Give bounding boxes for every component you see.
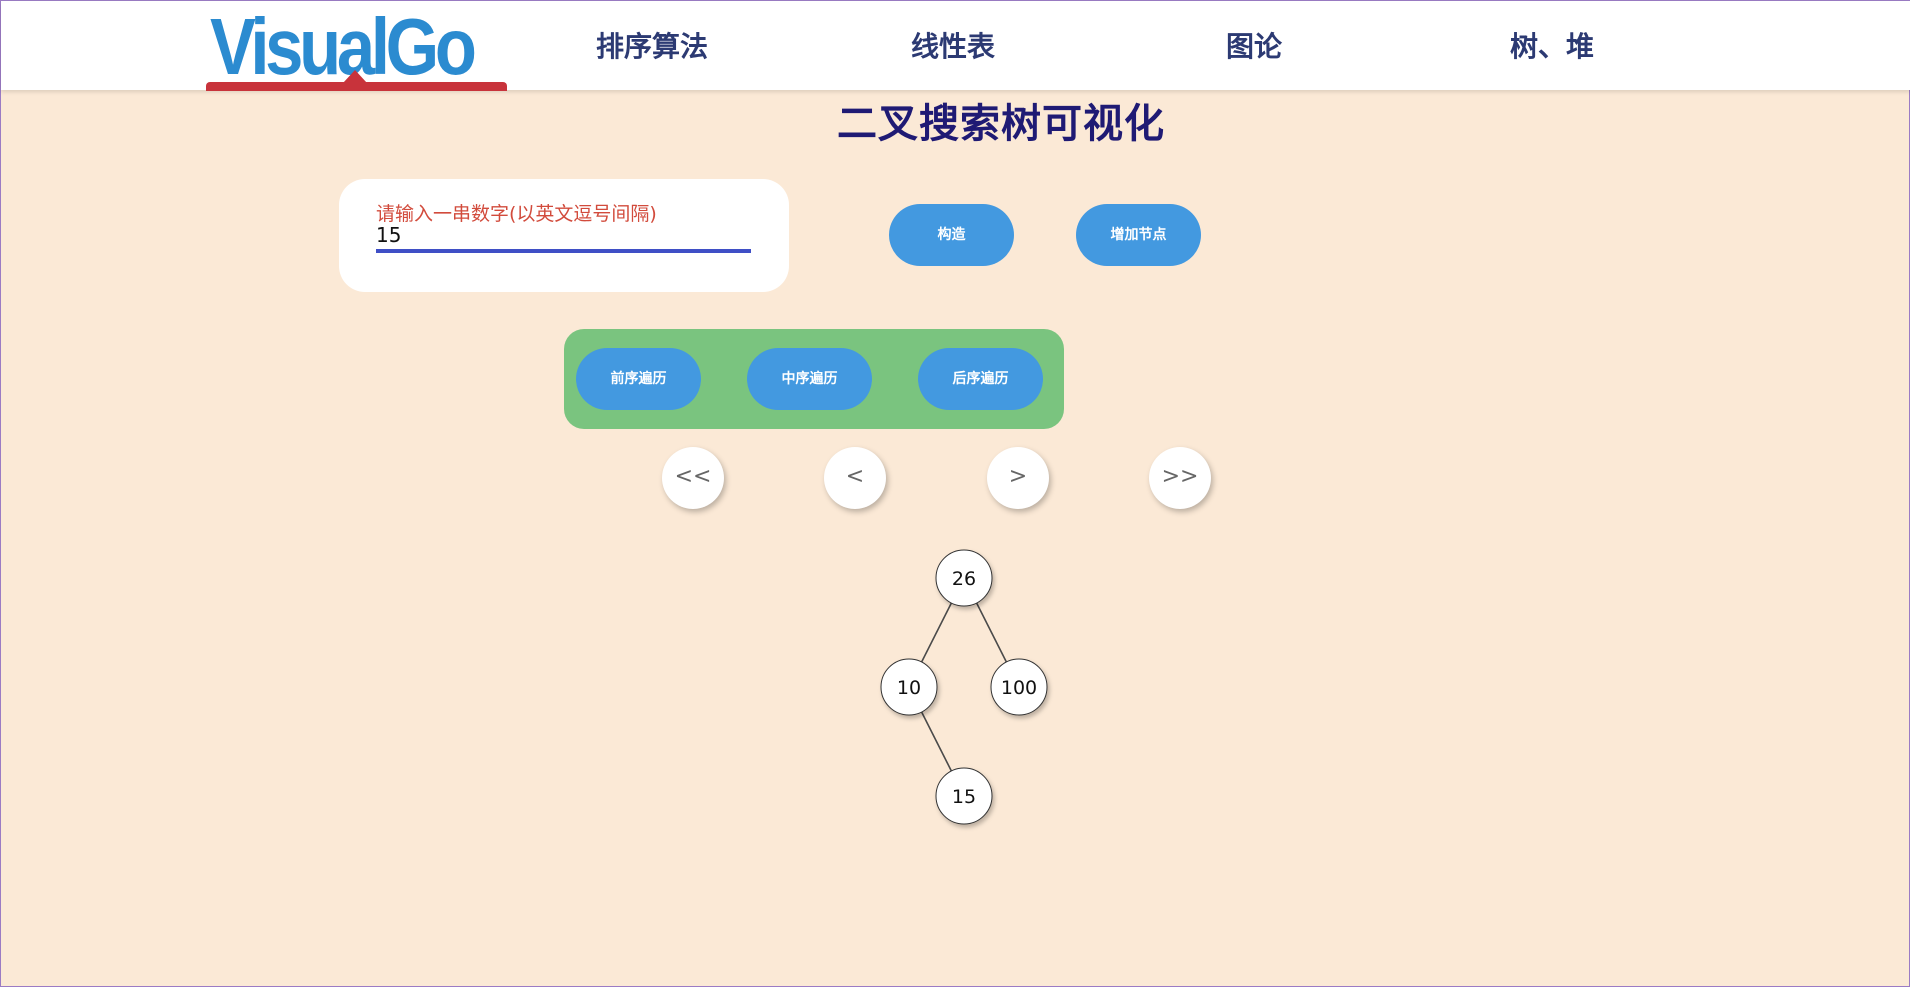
tree-node: 100	[990, 658, 1048, 716]
build-button[interactable]: 构造	[889, 204, 1014, 266]
tree-node: 10	[880, 658, 938, 716]
logo-underline-bar	[206, 82, 507, 91]
visualgo-logo[interactable]: VisualGo	[206, 7, 507, 91]
tree-node-circle	[935, 549, 993, 607]
page-title-text: 二叉搜索树可视化	[837, 101, 1165, 147]
tree-node-value: 100	[1001, 677, 1037, 699]
page-title: 二叉搜索树可视化	[1, 91, 1910, 149]
tree-nodes: 26 10 100 15	[880, 549, 1048, 825]
numbers-input[interactable]	[376, 221, 751, 253]
first-step-button[interactable]: <<	[662, 447, 724, 509]
nav-tree-heap[interactable]: 树、堆	[1510, 25, 1594, 65]
inorder-button[interactable]: 中序遍历	[747, 348, 872, 410]
tree-node-value: 15	[952, 786, 976, 808]
tree-edge-n26-n100	[975, 602, 1008, 663]
prev-step-button[interactable]: <	[824, 447, 886, 509]
tree-node-circle	[880, 658, 938, 716]
tree-node-value: 26	[952, 568, 976, 590]
next-step-button[interactable]: >	[987, 447, 1049, 509]
top-navbar: VisualGo 排序算法 线性表 图论 树、堆	[1, 1, 1910, 91]
tree-node-value: 10	[897, 677, 921, 699]
tree-edge-n26-n10	[920, 602, 953, 663]
nav-graph[interactable]: 图论	[1226, 25, 1282, 65]
tree-edge-n10-n15	[920, 711, 953, 772]
last-step-button[interactable]: >>	[1149, 447, 1211, 509]
add-node-button[interactable]: 增加节点	[1076, 204, 1201, 266]
tree-node-circle	[990, 658, 1048, 716]
nav-linear-list[interactable]: 线性表	[911, 25, 995, 65]
preorder-button[interactable]: 前序遍历	[576, 348, 701, 410]
number-input-card: 请输入一串数字(以英文逗号间隔)	[339, 179, 789, 292]
tree-node: 26	[935, 549, 993, 607]
postorder-button[interactable]: 后序遍历	[918, 348, 1043, 410]
tree-edges	[920, 602, 1008, 772]
tree-node: 15	[935, 767, 993, 825]
logo-text: VisualGo	[210, 2, 477, 91]
tree-node-circle	[935, 767, 993, 825]
nav-sorting[interactable]: 排序算法	[596, 25, 708, 65]
